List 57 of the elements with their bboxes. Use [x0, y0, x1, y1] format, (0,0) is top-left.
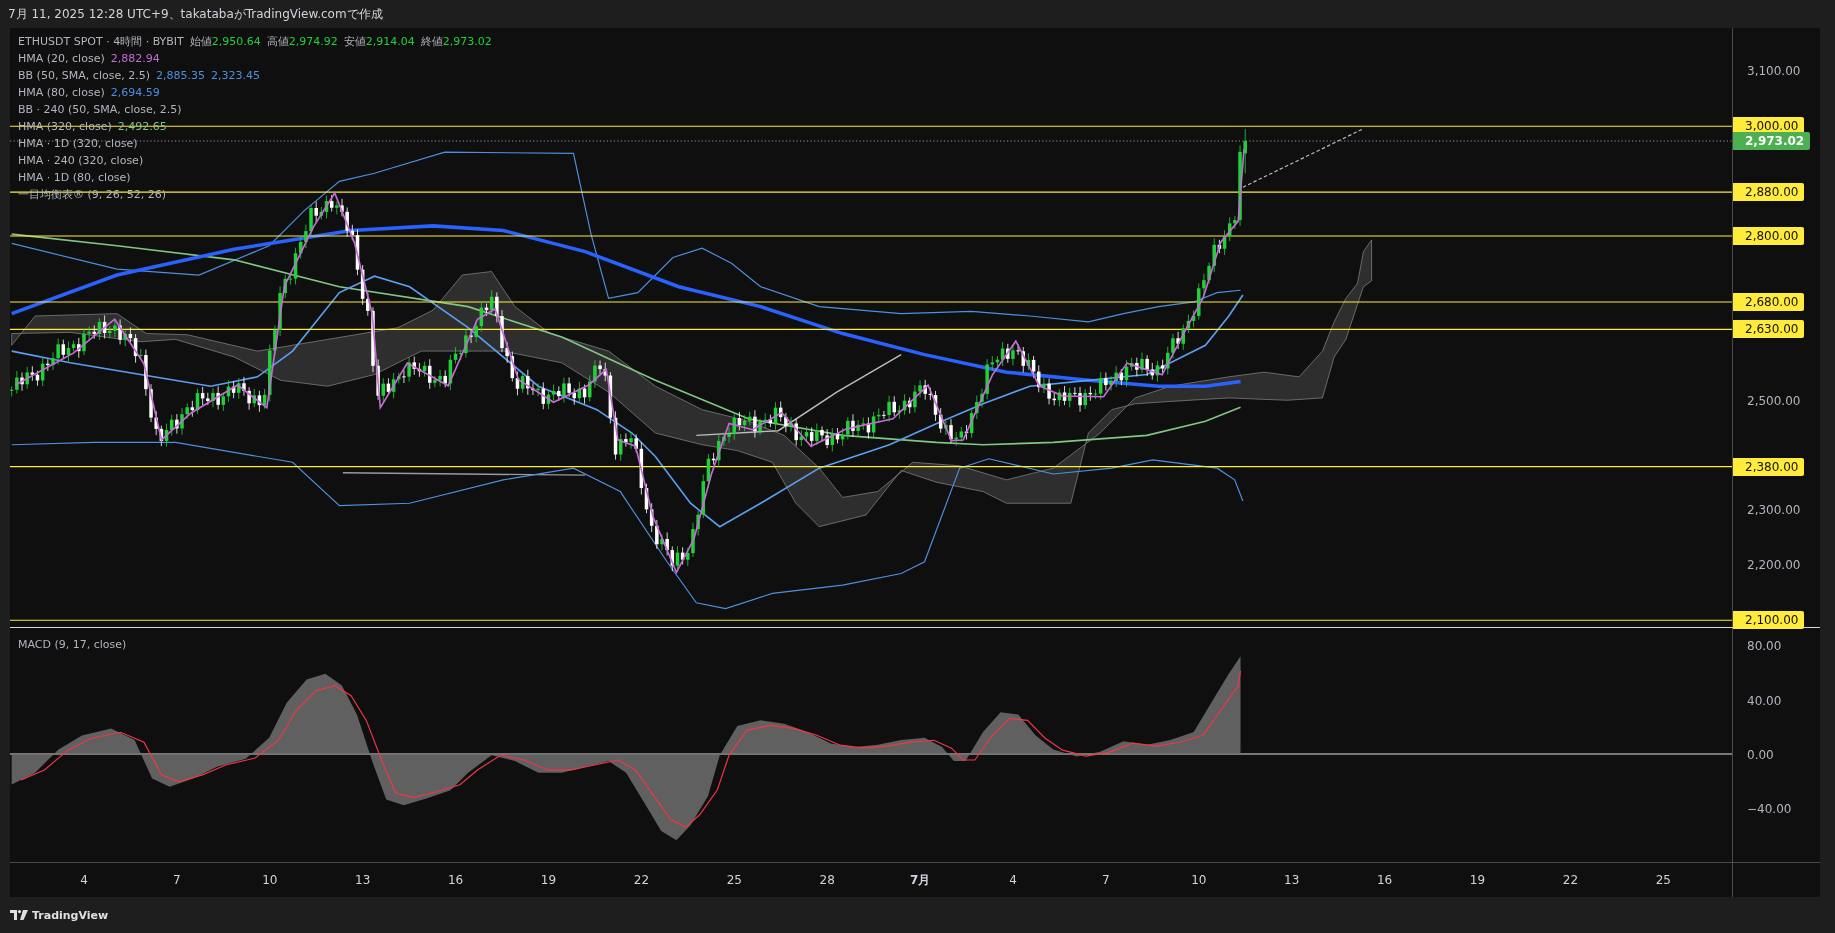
price-level-label: 2,680.00	[1733, 292, 1805, 311]
ohlc-value: 2,973.02	[442, 34, 492, 50]
indicator-label: HMA · 1D (80, close)	[18, 170, 131, 186]
date-label: 13	[355, 873, 371, 887]
price-axis-label: 2,200.00	[1747, 558, 1801, 573]
ohlc-value: 2,950.64	[211, 34, 261, 50]
price-level-label: 2,800.00	[1733, 227, 1805, 246]
macd-axis-label: 40.00	[1747, 694, 1782, 708]
indicator-label: MACD (9, 17, close)	[18, 638, 127, 651]
ohlc-label: 安値	[343, 34, 366, 50]
ohlc-value: 2,974.92	[288, 34, 338, 50]
indicator-label: HMA (80, close)	[18, 85, 105, 101]
price-level-label: 2,100.00	[1733, 611, 1805, 630]
symbol-label: ETHUSDT SPOT · 4時間 · BYBIT	[18, 34, 184, 50]
macd-axis-label: 80.00	[1747, 639, 1782, 653]
brand-logo-icon	[10, 910, 28, 920]
indicator-value: 2,323.45	[210, 68, 260, 84]
indicator-label: HMA (20, close)	[18, 51, 105, 67]
ohlc-label: 終値	[420, 34, 443, 50]
date-label: 7	[173, 873, 181, 887]
macd-axis-label: 0.00	[1747, 748, 1774, 762]
indicator-label: BB (50, SMA, close, 2.5)	[18, 68, 150, 84]
price-axis-label: 3,100.00	[1747, 64, 1801, 79]
price-level-label: 2,380.00	[1733, 457, 1805, 476]
indicator-value: 2,694.59	[110, 85, 160, 101]
date-label: 4	[80, 873, 88, 887]
ohlc-label: 始値	[189, 34, 212, 50]
date-label: 19	[540, 873, 557, 887]
brand-name: TradingView	[32, 908, 109, 922]
price-axis-label: 2,500.00	[1747, 393, 1801, 408]
date-label: 16	[447, 873, 464, 887]
date-label: 10	[262, 873, 278, 887]
date-label: 19	[1469, 873, 1486, 887]
indicator-label: HMA · 1D (320, close)	[18, 136, 138, 152]
price-level-label: 2,630.00	[1733, 320, 1805, 339]
date-label: 13	[1284, 873, 1300, 887]
date-label: 25	[726, 873, 742, 887]
date-label: 22	[1562, 873, 1579, 887]
ohlc-label: 高値	[266, 34, 289, 50]
ohlc-value: 2,914.04	[365, 34, 415, 50]
indicator-value: 2,885.35	[156, 68, 205, 84]
date-label: 7月	[909, 871, 931, 889]
indicator-label: HMA · 240 (320, close)	[18, 153, 144, 169]
date-label: 25	[1655, 873, 1671, 887]
date-label: 22	[633, 873, 650, 887]
last-price-label: 2,973.02	[1733, 132, 1811, 151]
date-label: 28	[819, 873, 835, 887]
date-label: 16	[1376, 873, 1393, 887]
indicator-label: BB · 240 (50, SMA, close, 2.5)	[18, 102, 182, 118]
macd-axis-label: −40.00	[1747, 801, 1792, 816]
price-level-label: 2,880.00	[1733, 183, 1805, 202]
chart-caption: 7月 11, 2025 12:28 UTC+9、takatabaがTradingView.comで作成	[8, 5, 383, 23]
date-label: 10	[1191, 873, 1207, 887]
price-axis-label: 2,300.00	[1747, 503, 1801, 518]
date-label: 7	[1102, 873, 1110, 887]
indicator-value: 2,882.94	[110, 51, 160, 67]
date-label: 4	[1009, 873, 1017, 887]
